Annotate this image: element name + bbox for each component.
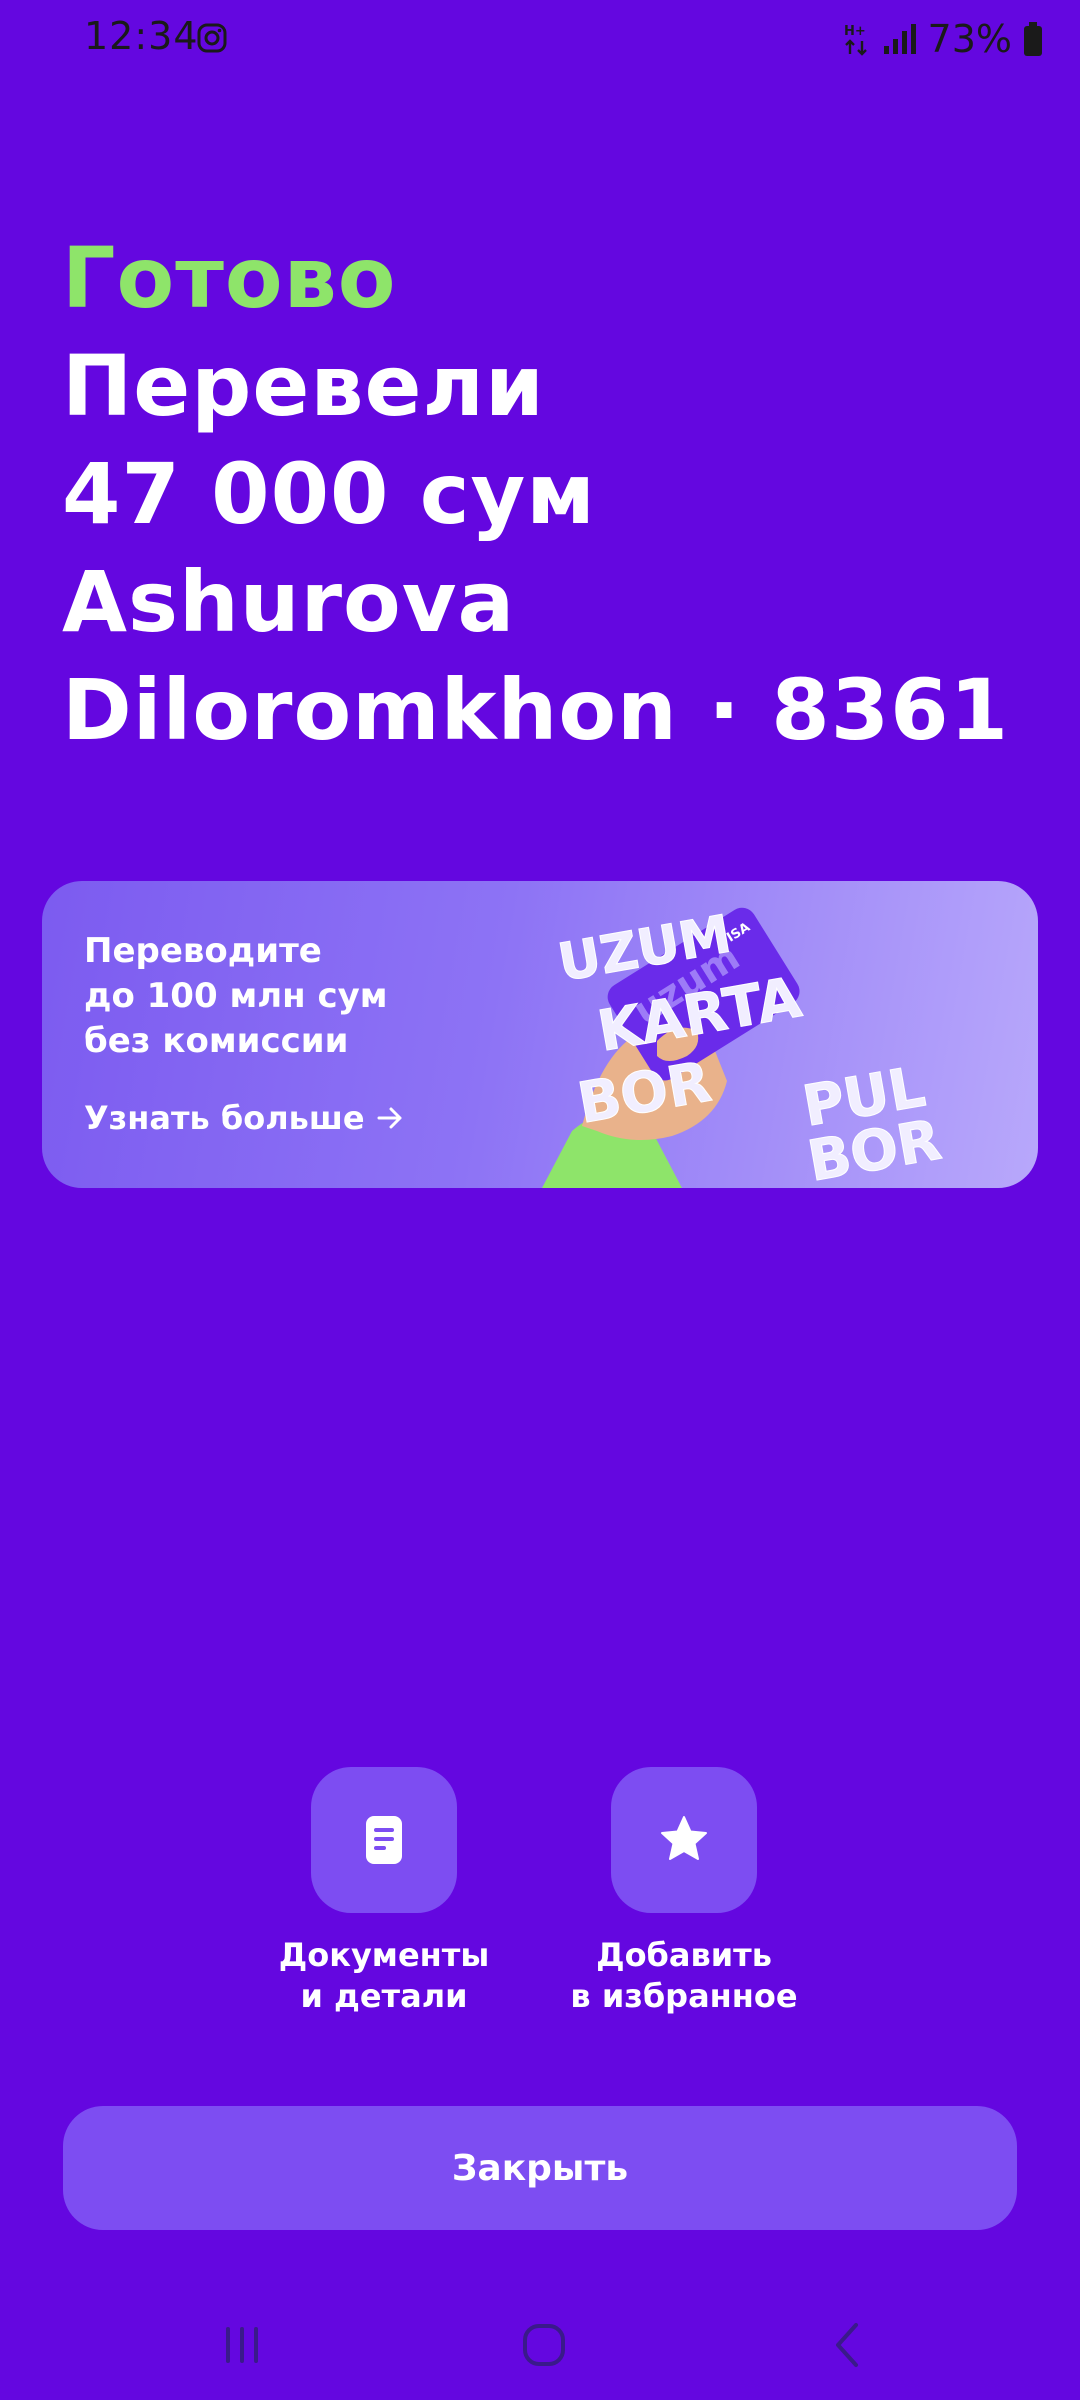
promo-line: без комиссии xyxy=(84,1021,349,1061)
back-icon[interactable] xyxy=(818,2315,878,2375)
documents-details-label: Документы и детали xyxy=(278,1936,490,2015)
system-navigation-bar xyxy=(0,2290,1080,2400)
add-favorite-action[interactable]: Добавить в избранное xyxy=(554,1767,814,2017)
result-status-title: Готово xyxy=(62,229,397,327)
star-icon xyxy=(661,1816,707,1860)
promo-line: до 100 млн сум xyxy=(84,976,388,1016)
recipient-name-card: Diloromkhon · 8361 xyxy=(62,661,1010,759)
transfer-result: Готово Перевели 47 000 сум Ashurova Dilo… xyxy=(62,224,1042,764)
status-time: 12:34 xyxy=(84,14,199,58)
instagram-icon xyxy=(197,23,227,53)
signal-icon xyxy=(883,24,916,54)
arrow-right-icon xyxy=(377,1107,402,1129)
documents-details-action[interactable]: Документы и детали xyxy=(254,1767,514,2017)
add-favorite-label: Добавить в избранное xyxy=(570,1936,798,2015)
learn-more-link[interactable]: Узнать больше xyxy=(84,1099,405,1137)
recents-icon[interactable] xyxy=(212,2315,272,2375)
recipient-surname: Ashurova xyxy=(62,553,516,651)
battery-icon xyxy=(1024,22,1042,56)
mobile-data-icon: H+ xyxy=(844,24,867,56)
documents-details-button[interactable] xyxy=(311,1767,457,1913)
battery-percent: 73% xyxy=(927,17,1012,61)
learn-more-label: Узнать больше xyxy=(84,1099,365,1137)
promo-banner[interactable]: Переводите до 100 млн сум без комиссии У… xyxy=(42,881,1038,1188)
document-icon xyxy=(366,1816,402,1864)
add-favorite-button[interactable] xyxy=(611,1767,757,1913)
close-button[interactable]: Закрыть xyxy=(63,2106,1017,2230)
close-button-label: Закрыть xyxy=(451,2147,629,2189)
result-amount: 47 000 сум xyxy=(62,445,596,543)
promo-line: Переводите xyxy=(84,931,322,971)
status-bar: 12:34 H+ 73% xyxy=(0,0,1080,78)
network-type-label: H+ xyxy=(844,24,866,39)
home-icon[interactable] xyxy=(514,2315,574,2375)
result-action-text: Перевели xyxy=(62,337,545,435)
promo-illustration: uzum VISA UZUM KARTA BOR PUL BOR xyxy=(542,904,946,1188)
promo-text: Переводите до 100 млн сум без комиссии xyxy=(84,929,504,1064)
status-indicators: H+ 73% xyxy=(842,14,1044,64)
